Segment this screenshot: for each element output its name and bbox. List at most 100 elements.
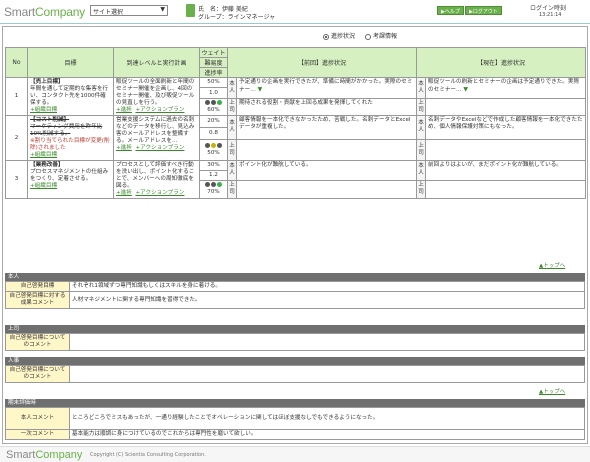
lamp-icon [205, 99, 210, 105]
login-time-value: 13:21:14 [539, 12, 562, 18]
plan-text: 営業支援システムに過去の名刺などのデータを移行し、見込み客のメールアドレスを整備… [116, 117, 195, 144]
action-plan-link[interactable]: +アクションプラン [135, 107, 184, 113]
app-logo[interactable]: SmartCompany [4, 5, 85, 19]
hr-comment-label: 自己啓発目標についてのコメント [5, 365, 70, 383]
footer-logo-prefix: Smart [6, 449, 36, 461]
boss-comment-value [69, 333, 585, 351]
col-weight: ウェイト [199, 47, 228, 58]
site-select[interactable]: サイト選択 ▼ [90, 5, 168, 16]
goal-text: プロセスマネジメントの仕組みをつくり、定着させる。 [30, 169, 109, 182]
boss-label: 上司 [227, 138, 237, 162]
self-label: 本人 [227, 115, 237, 140]
goal-cell: 【業務改善】 プロセスマネジメントの仕組みをつくり、定着させる。 +組織目標 [27, 160, 114, 199]
radio-selected-icon[interactable] [323, 33, 329, 40]
col-no: No [5, 47, 28, 78]
difficulty-value: 1.0 [199, 87, 228, 99]
col-difficulty: 難易度 [199, 57, 228, 68]
row-number: 2 [5, 115, 28, 161]
section-boss-header: 上司 [5, 325, 585, 333]
org-goal-link[interactable]: +組織目標 [30, 107, 111, 114]
logo-prefix: Smart [4, 5, 36, 19]
cur-boss-comment [425, 138, 587, 162]
table-row: 自己啓発目標に対する成果コメント 人材マネジメントに関する専門知識を習得できた。 [5, 291, 585, 309]
weight-value: 50% [199, 76, 228, 89]
goal-title: 【業務改善】 [30, 162, 64, 168]
table-row: 1 【売上目標】 年間を通して定期的な集客を行い、コンタクト先を1000件確保す… [5, 76, 587, 116]
section-hr-header: 人事 [5, 357, 585, 365]
row-number: 1 [5, 77, 28, 116]
plan-cell: 販促ツールの全面刷新と年間のセミナー開催を企画し、4回のセミナー開催、及び販促ツ… [113, 77, 200, 116]
self-label: 本人 [227, 160, 237, 181]
action-plan-link[interactable]: +アクションプラン [135, 145, 184, 151]
goal-title: 【コスト削減】 [30, 117, 70, 123]
self-label: 本人 [416, 115, 427, 140]
back-to-top-link[interactable]: ▲トップへ [539, 387, 565, 395]
tab-evaluation-label: 考課情報 [372, 33, 397, 40]
status-lamp [200, 99, 227, 107]
boss-comment-label: 自己啓発目標についてのコメント [5, 333, 70, 351]
comment-text: 予定通りの企画を実行できたが、準備に時間がかかった。実際のセミナー… [239, 79, 413, 93]
col-progress: 進捗率 [199, 67, 228, 78]
progress-link[interactable]: +進捗 [116, 145, 132, 151]
boss-label: 上司 [416, 138, 427, 162]
lamp-icon [211, 182, 216, 188]
org-goal-link[interactable]: +組織目標 [30, 152, 111, 159]
lamp-green-icon [217, 99, 222, 105]
back-to-top-link[interactable]: ▲トップへ [539, 261, 565, 269]
tab-progress[interactable]: 進捗状況 [323, 31, 355, 40]
goal-cell: 【コスト削減】 マーケティング費用を昨年比10%削減する。 ※割り当てられた目標… [27, 115, 114, 161]
cur-self-comment: 名刺データやExcelなどで作成した顧客情報を一本化できたため、個人情報保護対策… [425, 115, 587, 140]
chevron-down-icon: ▼ [160, 6, 165, 13]
status-lamp [200, 182, 227, 189]
self-label: 本人 [416, 160, 427, 181]
status-lamp [200, 142, 227, 150]
app-header: SmartCompany サイト選択 ▼ 氏 名：伊藤 美紀 グループ：ラインマネ… [0, 0, 590, 24]
help-button[interactable]: ▶ヘルプ [437, 6, 464, 15]
goal-table: No 目標 到達レベルと実行計画 ウェイト 【前回】進捗状況 【現在】進捗状況 … [5, 47, 587, 200]
boss-label: 上司 [227, 179, 237, 200]
boss-label: 上司 [416, 179, 427, 200]
progress-value: 50% [207, 149, 220, 156]
tab-progress-label: 進捗状況 [331, 33, 356, 40]
lamp-yellow-icon [211, 142, 216, 148]
weight-value: 20% [199, 115, 228, 128]
lamp-green-icon [217, 182, 222, 188]
radio-icon[interactable] [364, 33, 371, 40]
self-comment-table: 自己啓発目標 それぞれ1領域ずつ専門知識もしくはスキルを身に着ける。 自己啓発目… [5, 281, 585, 309]
self-final-value: ところどころでミスもあったが、一通り経験したことでオペレーションに関してはほぼ支… [69, 407, 585, 430]
final-comment-table: 本人コメント ところどころでミスもあったが、一通り経験したことでオペレーションに… [5, 407, 585, 440]
goal-text: マーケティング費用を昨年比10%削減する。 [30, 124, 103, 137]
user-group: グループ：ラインマネージャ [198, 14, 276, 21]
section-self-header: 本人 [5, 273, 585, 281]
org-goal-link[interactable]: +組織目標 [30, 183, 111, 190]
col-prev: 【前回】進捗状況 [226, 47, 418, 78]
lamp-icon [205, 142, 210, 148]
self-final-label: 本人コメント [5, 407, 70, 430]
first-comment-label: 一次コメント [5, 429, 70, 440]
progress-cell: 70% [199, 179, 228, 200]
prev-self-comment: 予定通りの企画を実行できたが、準備に時間がかかった。実際のセミナー… ▼ [235, 77, 418, 99]
progress-cell: 50% [199, 138, 228, 162]
user-icon [186, 4, 195, 17]
boss-comment-table: 自己啓発目標についてのコメント [5, 333, 585, 351]
col-goal: 目標 [27, 47, 114, 78]
expand-icon[interactable]: ▼ [463, 86, 468, 93]
prev-self-comment: ポイント化が難航している。 [235, 160, 418, 181]
boss-label: 上司 [416, 97, 427, 117]
cur-self-comment: 販促ツールの刷新とセミナーの企画は予定通りできた。実際のセミナー… ▼ [425, 77, 587, 99]
prev-boss-comment: 期待される役割・貢献を上回る成果を発揮してくれた [235, 97, 418, 117]
self-label: 本人 [227, 77, 237, 99]
progress-value: 70% [207, 189, 220, 196]
expand-icon[interactable]: ▼ [258, 86, 263, 93]
tab-evaluation[interactable]: 考課情報 [364, 31, 397, 40]
action-plan-link[interactable]: +アクションプラン [135, 190, 184, 196]
logout-button[interactable]: ▶ログアウト [465, 6, 502, 15]
hr-comment-value [69, 365, 585, 383]
col-current: 【現在】進捗状況 [416, 47, 587, 78]
table-row: 自己啓発目標 それぞれ1領域ずつ専門知識もしくはスキルを身に着ける。 [5, 281, 585, 292]
section-final-header: 期末評価時 [5, 399, 585, 407]
progress-link[interactable]: +進捗 [116, 190, 132, 196]
progress-link[interactable]: +進捗 [116, 107, 132, 113]
footer-logo-suffix: Company [35, 449, 83, 461]
self-dev-result-label: 自己啓発目標に対する成果コメント [5, 291, 70, 309]
